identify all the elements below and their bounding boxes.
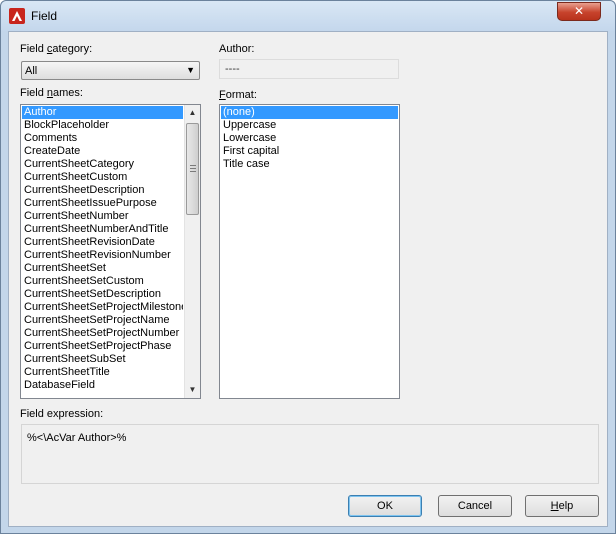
grip-line	[190, 165, 196, 166]
grip-line	[190, 171, 196, 172]
field-names-item[interactable]: CurrentSheetNumber	[22, 210, 183, 223]
format-items: (none) Uppercase Lowercase First capital Tit…	[221, 106, 398, 171]
format-label: Format:	[219, 89, 257, 101]
field-category-label: Field category:	[20, 43, 92, 55]
field-names-items: Author BlockPlaceholder Comments CreateDate…	[22, 106, 183, 392]
field-names-label: Field names:	[20, 87, 83, 99]
field-expression-label: Field expression:	[20, 408, 104, 420]
field-names-item[interactable]: BlockPlaceholder	[22, 119, 183, 132]
field-names-item[interactable]: Comments	[22, 132, 183, 145]
format-item[interactable]: (none)	[221, 106, 398, 119]
field-names-label-post: ames:	[53, 87, 83, 99]
field-expression-box[interactable]: %<\AcVar Author>%	[21, 424, 599, 484]
title-bar[interactable]: Field ✕	[1, 1, 615, 31]
field-names-item[interactable]: CurrentSheetCategory	[22, 158, 183, 171]
field-names-item[interactable]: CurrentSheetSetProjectPhase	[22, 340, 183, 353]
field-names-item[interactable]: CreateDate	[22, 145, 183, 158]
field-names-item[interactable]: CurrentSheetNumberAndTitle	[22, 223, 183, 236]
scrollbar-thumb[interactable]	[186, 123, 199, 215]
field-names-item[interactable]: CurrentSheetCustom	[22, 171, 183, 184]
format-label-post: ormat:	[225, 89, 257, 101]
scroll-up-arrow-icon[interactable]: ▲	[185, 105, 200, 121]
field-names-item[interactable]: CurrentSheetSetProjectName	[22, 314, 183, 327]
format-listbox[interactable]: (none) Uppercase Lowercase First capital Tit…	[219, 104, 400, 399]
autocad-logo-icon	[9, 8, 25, 24]
author-value: ----	[225, 63, 240, 75]
field-names-item[interactable]: CurrentSheetSubSet	[22, 353, 183, 366]
help-button[interactable]: Help	[525, 495, 599, 517]
author-value-box: ----	[219, 59, 399, 79]
field-category-label-pre: Field	[20, 43, 47, 55]
format-item[interactable]: Title case	[221, 158, 398, 171]
cancel-button[interactable]: Cancel	[438, 495, 512, 517]
field-names-item[interactable]: CurrentSheetTitle	[22, 366, 183, 379]
format-item[interactable]: First capital	[221, 145, 398, 158]
help-label-accel: H	[550, 500, 559, 512]
dialog-client-area: Field category: All ▼ Author: ---- Field…	[8, 31, 608, 527]
field-names-item[interactable]: CurrentSheetIssuePurpose	[22, 197, 183, 210]
ok-button[interactable]: OK	[348, 495, 422, 517]
field-dialog: Field ✕ Field category: All ▼ Author: --…	[0, 0, 616, 534]
scroll-down-arrow-icon[interactable]: ▼	[185, 382, 200, 398]
field-expression-value: %<\AcVar Author>%	[27, 432, 127, 444]
close-button[interactable]: ✕	[557, 2, 601, 21]
field-names-item[interactable]: CurrentSheetSetProjectNumber	[22, 327, 183, 340]
field-names-item[interactable]: CurrentSheetRevisionNumber	[22, 249, 183, 262]
field-names-item[interactable]: CurrentSheetRevisionDate	[22, 236, 183, 249]
field-names-item[interactable]: DatabaseField	[22, 379, 183, 392]
author-label: Author:	[219, 43, 255, 55]
chevron-down-icon: ▼	[186, 65, 195, 75]
grip-line	[190, 168, 196, 169]
field-category-selected: All	[25, 65, 38, 77]
format-item[interactable]: Lowercase	[221, 132, 398, 145]
close-icon: ✕	[573, 4, 585, 18]
format-label-accel: F	[219, 89, 226, 101]
field-names-item[interactable]: CurrentSheetSetCustom	[22, 275, 183, 288]
field-names-item[interactable]: Author	[22, 106, 183, 119]
field-names-item[interactable]: CurrentSheetSet	[22, 262, 183, 275]
field-names-item[interactable]: CurrentSheetSetDescription	[22, 288, 183, 301]
help-label-post: elp	[558, 500, 574, 512]
field-names-listbox[interactable]: Author BlockPlaceholder Comments CreateDate…	[20, 104, 201, 399]
field-names-item[interactable]: CurrentSheetDescription	[22, 184, 183, 197]
format-item[interactable]: Uppercase	[221, 119, 398, 132]
field-names-label-pre: Field	[20, 87, 47, 99]
field-names-item[interactable]: CurrentSheetSetProjectMilestone	[22, 301, 183, 314]
field-category-dropdown[interactable]: All ▼	[21, 61, 200, 80]
field-category-label-post: ategory:	[52, 43, 93, 55]
field-names-scrollbar[interactable]: ▲ ▼	[184, 105, 200, 398]
window-title: Field	[31, 9, 58, 23]
